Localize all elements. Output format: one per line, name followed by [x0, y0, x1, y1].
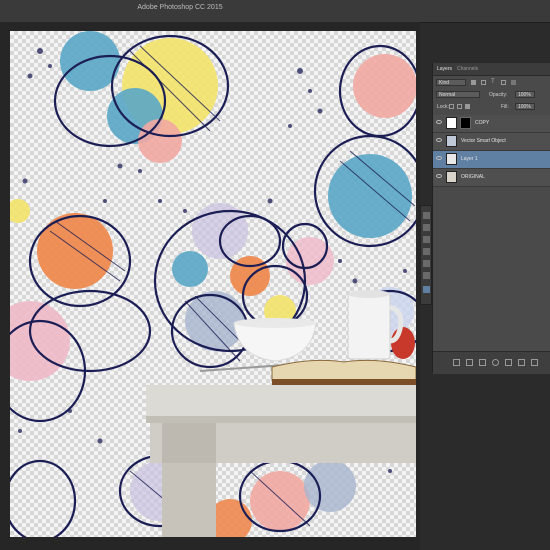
panel-tabs: Layers Channels	[433, 63, 550, 76]
dock-tool-icon[interactable]	[423, 224, 430, 231]
filter-pixel-icon[interactable]	[471, 80, 476, 85]
smart-object-thumbnail	[446, 135, 457, 147]
dock-tool-icon[interactable]	[423, 260, 430, 267]
panel-dock[interactable]	[420, 205, 432, 305]
lock-row: Lock: Fill: 100%	[433, 103, 550, 113]
layer-row-vector-smart-object[interactable]: Vector Smart Object	[433, 133, 550, 151]
blend-row: Normal Opacity: 100%	[433, 91, 550, 101]
layer-row-layer-1[interactable]: Layer 1	[433, 151, 550, 169]
lock-label: Lock:	[437, 104, 449, 110]
layer-row-copy[interactable]: COPY	[433, 115, 550, 133]
canvas-area[interactable]	[0, 22, 420, 550]
filter-adjustment-icon[interactable]	[481, 80, 486, 85]
dock-tool-icon[interactable]	[423, 286, 430, 293]
layer-name: COPY	[475, 120, 490, 126]
eye-icon[interactable]	[436, 174, 442, 178]
opacity-label: Opacity:	[489, 92, 508, 98]
eye-icon[interactable]	[436, 120, 442, 124]
adjustment-icon[interactable]	[492, 359, 499, 366]
lock-position-icon[interactable]	[457, 104, 462, 109]
filter-type-icon[interactable]: T	[491, 79, 495, 85]
window-title: Adobe Photoshop CC 2015	[137, 4, 223, 11]
filter-smart-icon[interactable]	[511, 80, 516, 85]
eye-icon[interactable]	[436, 156, 442, 160]
new-layer-icon[interactable]	[518, 359, 525, 366]
filter-icons: T	[471, 79, 541, 86]
layer-row-original[interactable]: ORIGINAL	[433, 169, 550, 187]
trash-icon[interactable]	[531, 359, 538, 366]
title-bar: Adobe Photoshop CC 2015	[0, 0, 550, 23]
blend-mode-select[interactable]: Normal	[436, 91, 480, 98]
link-icon[interactable]	[453, 359, 460, 366]
filter-kind-select[interactable]: Kind	[436, 79, 466, 86]
tab-channels[interactable]: Channels	[457, 66, 478, 72]
layer-mask-thumbnail[interactable]	[460, 117, 471, 129]
layers-panel: Layers Channels Kind T Normal Opacity: 1…	[432, 63, 550, 374]
fill-label: Fill:	[501, 104, 509, 110]
layer-name: Vector Smart Object	[461, 138, 506, 144]
fx-icon[interactable]	[466, 359, 473, 366]
fill-field[interactable]: 100%	[515, 103, 535, 110]
layer-thumbnail	[446, 153, 457, 165]
dock-tool-icon[interactable]	[423, 236, 430, 243]
layer-thumbnail	[446, 171, 457, 183]
opacity-field[interactable]: 100%	[515, 91, 535, 98]
document-canvas[interactable]	[10, 31, 416, 537]
folder-icon[interactable]	[505, 359, 512, 366]
tab-layers[interactable]: Layers	[437, 66, 452, 72]
dock-tool-icon[interactable]	[423, 272, 430, 279]
pattern-artwork	[10, 31, 416, 537]
panel-footer	[433, 351, 550, 374]
dock-tool-icon[interactable]	[423, 248, 430, 255]
layer-name: ORIGINAL	[461, 174, 485, 180]
mask-icon[interactable]	[479, 359, 486, 366]
eye-icon[interactable]	[436, 138, 442, 142]
lock-pixels-icon[interactable]	[449, 104, 454, 109]
lock-all-icon[interactable]	[465, 104, 470, 109]
filter-shape-icon[interactable]	[501, 80, 506, 85]
layer-thumbnail	[446, 117, 457, 129]
dock-tool-icon[interactable]	[423, 212, 430, 219]
layer-name: Layer 1	[461, 156, 478, 162]
filter-row: Kind T	[433, 79, 550, 89]
